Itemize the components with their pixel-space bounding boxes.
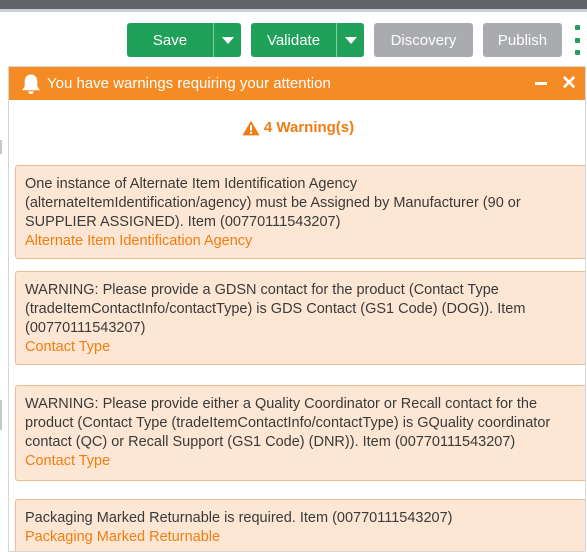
warnings-panel-header: You have warnings requiring your attenti… [9, 67, 585, 100]
publish-button-label: Publish [497, 31, 548, 49]
warning-item: WARNING: Please provide a GDSN contact f… [15, 271, 585, 365]
discovery-button-label: Discovery [390, 31, 457, 49]
validate-split-button: Validate [251, 23, 364, 57]
save-button[interactable]: Save [127, 32, 213, 49]
warning-triangle-icon [242, 120, 260, 135]
warning-field-link[interactable]: Contact Type [25, 338, 578, 357]
warning-item: WARNING: Please provide either a Quality… [15, 385, 585, 481]
warning-field-link[interactable]: Packaging Marked Returnable [25, 528, 578, 547]
warning-message: Packaging Marked Returnable is required.… [25, 510, 453, 526]
close-icon[interactable]: ✕ [561, 74, 577, 93]
warning-item: One instance of Alternate Item Identific… [15, 165, 585, 259]
warning-message: WARNING: Please provide either a Quality… [25, 396, 551, 450]
chevron-down-icon [221, 36, 234, 44]
chevron-down-icon [344, 36, 357, 44]
warnings-panel: You have warnings requiring your attenti… [8, 66, 586, 552]
save-split-button: Save [127, 23, 241, 57]
panel-title: You have warnings requiring your attenti… [47, 75, 331, 92]
warning-count-heading: 4 Warning(s) [9, 119, 585, 136]
warning-message: WARNING: Please provide a GDSN contact f… [25, 282, 526, 336]
app-root: Save Validate Discovery Publish You have… [0, 0, 587, 552]
validate-button[interactable]: Validate [251, 32, 336, 49]
warning-field-link[interactable]: Contact Type [25, 452, 578, 471]
top-bar-shadow [0, 9, 587, 12]
warning-field-link[interactable]: Alternate Item Identification Agency [25, 232, 578, 251]
warning-item: Packaging Marked Returnable is required.… [15, 499, 585, 551]
kebab-menu-icon[interactable] [574, 25, 580, 55]
panel-header-actions: ✕ [535, 67, 577, 100]
warning-message: One instance of Alternate Item Identific… [25, 176, 521, 230]
validate-dropdown-toggle[interactable] [337, 23, 364, 57]
warning-count-label: 4 Warning(s) [263, 119, 355, 136]
bell-icon [18, 67, 44, 100]
action-toolbar: Save Validate Discovery Publish [0, 23, 587, 59]
discovery-button[interactable]: Discovery [374, 23, 473, 57]
save-dropdown-toggle[interactable] [214, 23, 241, 57]
publish-button[interactable]: Publish [483, 23, 562, 57]
background-edge [0, 140, 2, 154]
top-bar [0, 0, 587, 9]
background-edge [0, 400, 2, 430]
minimize-icon[interactable] [535, 82, 548, 85]
